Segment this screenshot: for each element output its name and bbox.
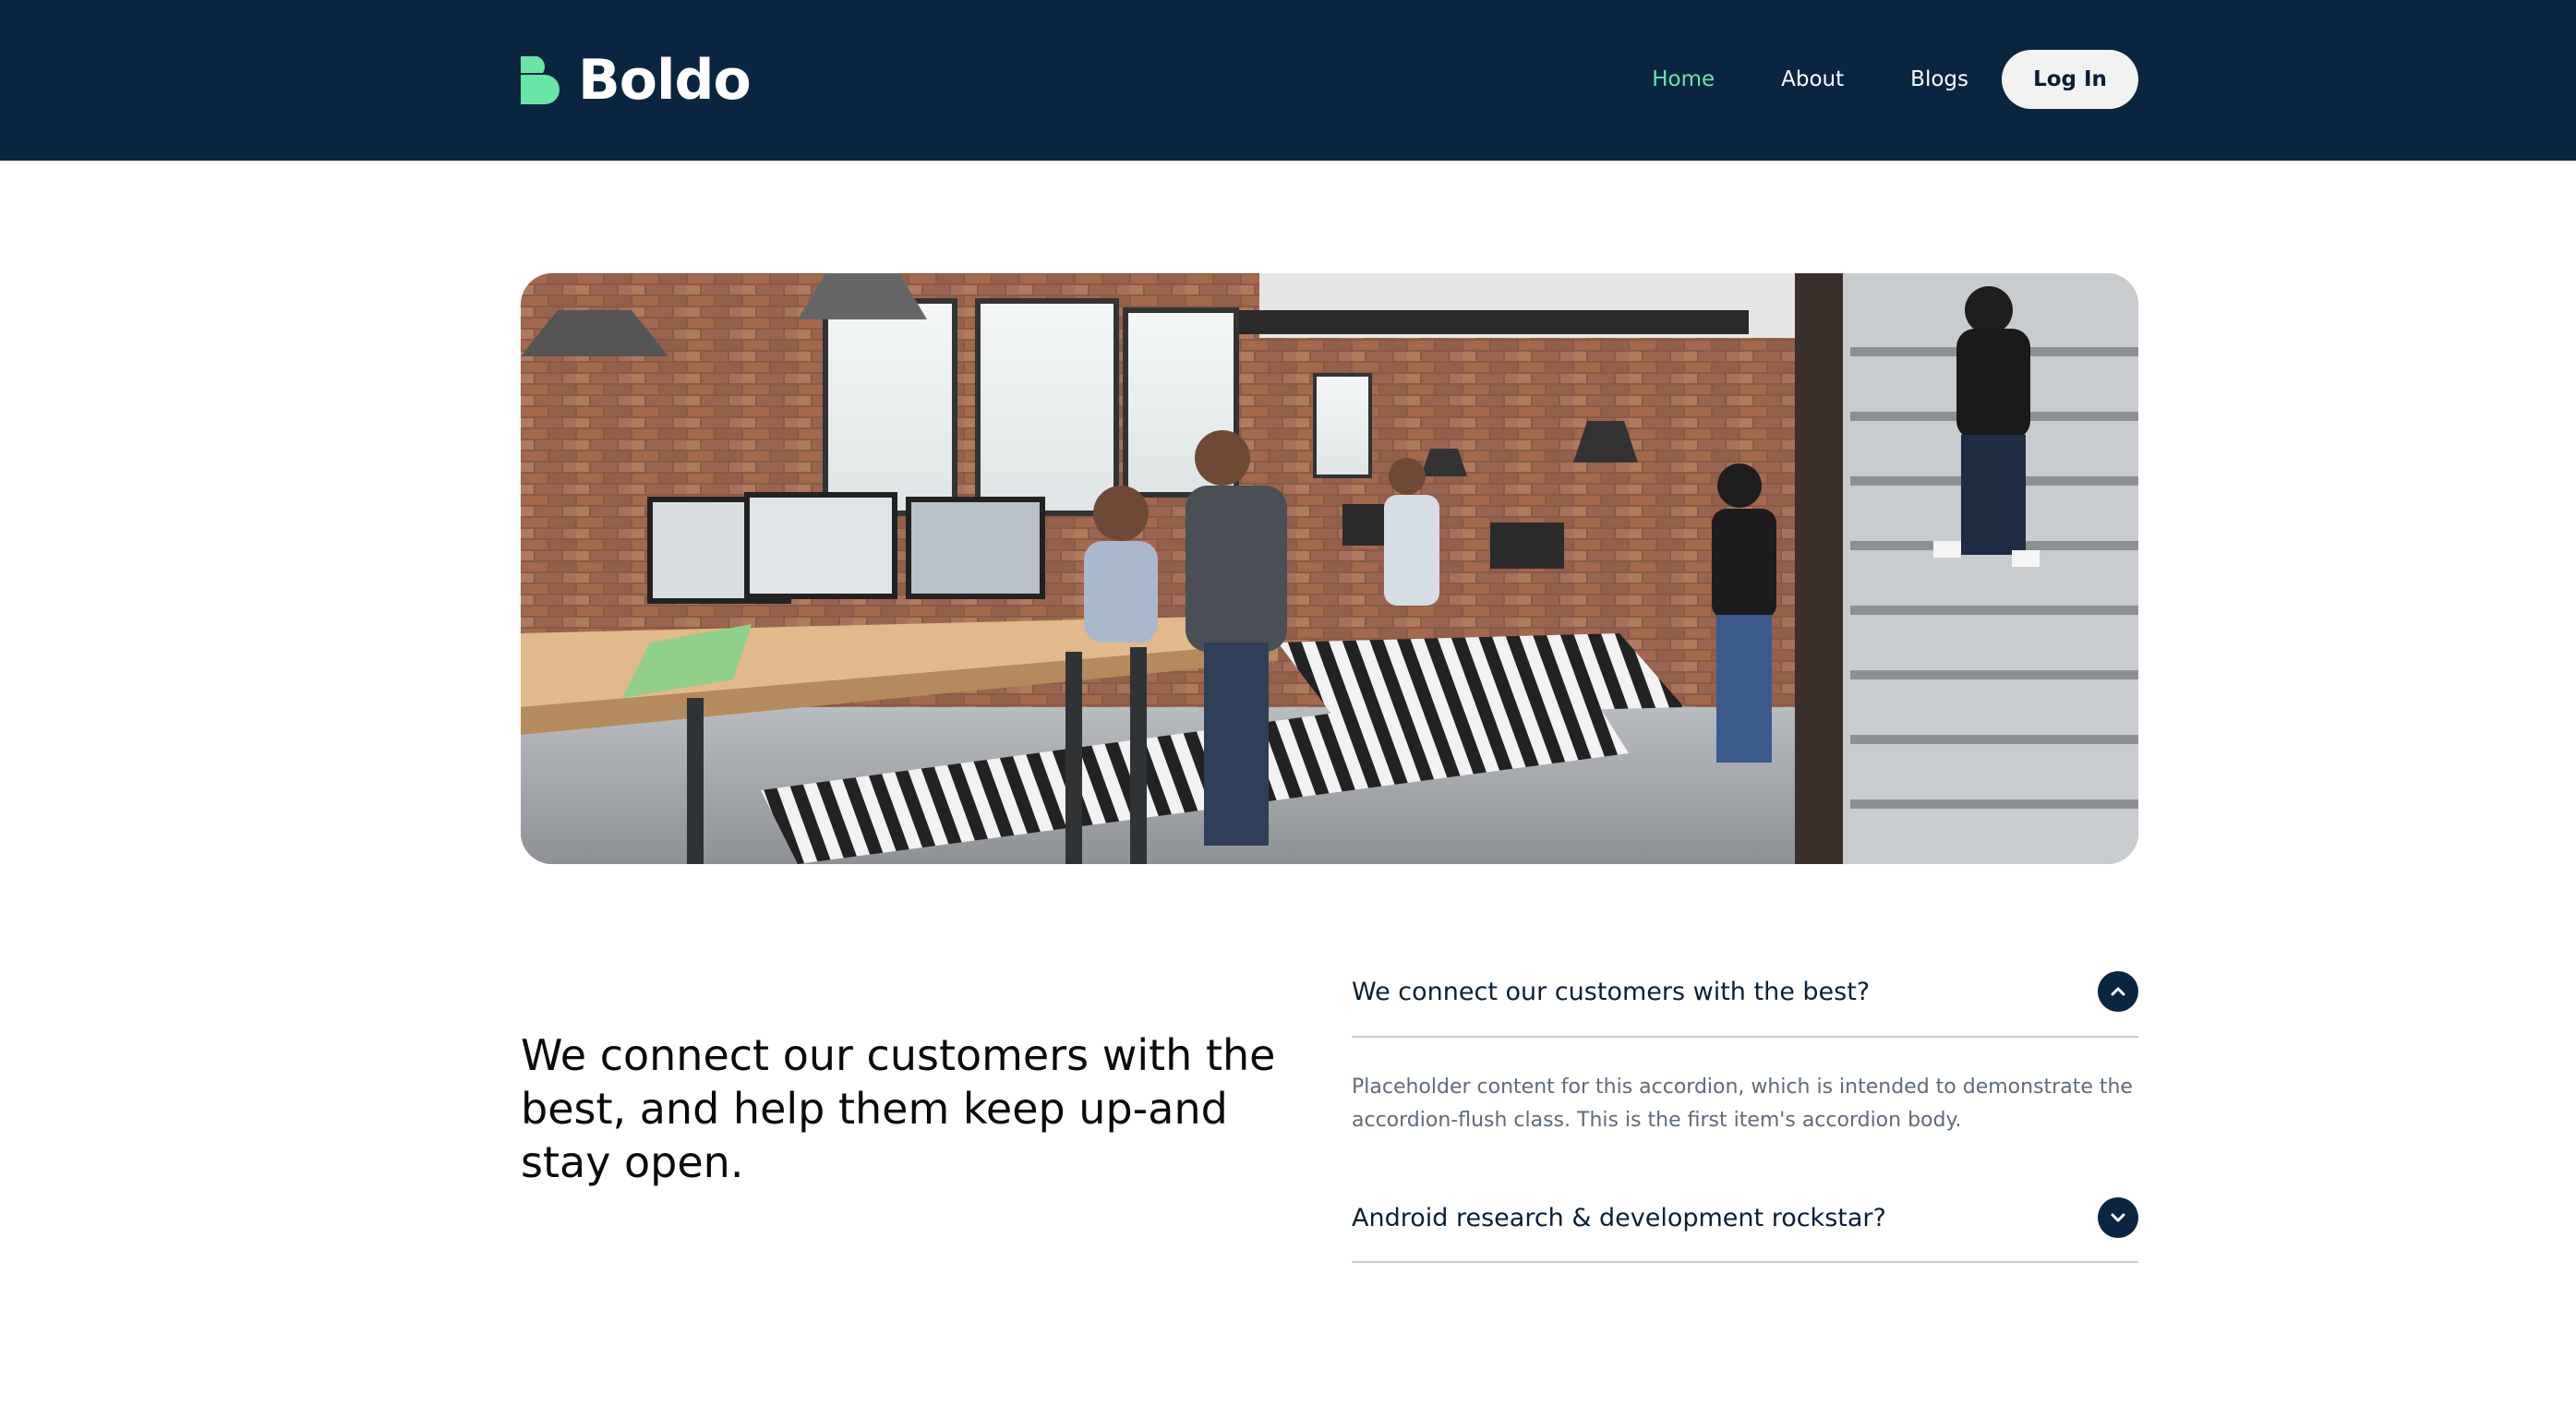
site-header: Boldo Home About Blogs Log In bbox=[0, 0, 2576, 161]
accordion-item: Android research & development rockstar? bbox=[1352, 1174, 2138, 1263]
login-button[interactable]: Log In bbox=[2002, 50, 2138, 109]
chevron-down-icon[interactable] bbox=[2098, 1197, 2138, 1238]
accordion-title: Android research & development rockstar? bbox=[1352, 1203, 1886, 1232]
faq-accordion: We connect our customers with the best? … bbox=[1352, 947, 2138, 1263]
brand-logo[interactable]: Boldo bbox=[521, 48, 752, 113]
section-tagline: We connect our customers with the best, … bbox=[521, 1030, 1276, 1187]
accordion-body: Placeholder content for this accordion, … bbox=[1352, 1076, 2133, 1132]
chevron-up-icon[interactable] bbox=[2098, 971, 2138, 1012]
accordion-item: We connect our customers with the best? … bbox=[1352, 947, 2138, 1174]
main-nav: Home About Blogs Log In bbox=[1652, 50, 2138, 109]
nav-link-about[interactable]: About bbox=[1781, 67, 1844, 91]
accordion-header[interactable]: Android research & development rockstar? bbox=[1352, 1174, 2138, 1261]
nav-link-blogs[interactable]: Blogs bbox=[1910, 67, 1968, 91]
nav-link-home[interactable]: Home bbox=[1652, 67, 1715, 91]
accordion-title: We connect our customers with the best? bbox=[1352, 977, 1871, 1006]
office-coworking-photo bbox=[521, 273, 2138, 864]
boldo-b-logo-icon bbox=[521, 56, 560, 104]
hero-image bbox=[521, 273, 2138, 864]
brand-name: Boldo bbox=[578, 48, 752, 113]
accordion-header[interactable]: We connect our customers with the best? bbox=[1352, 947, 2138, 1038]
